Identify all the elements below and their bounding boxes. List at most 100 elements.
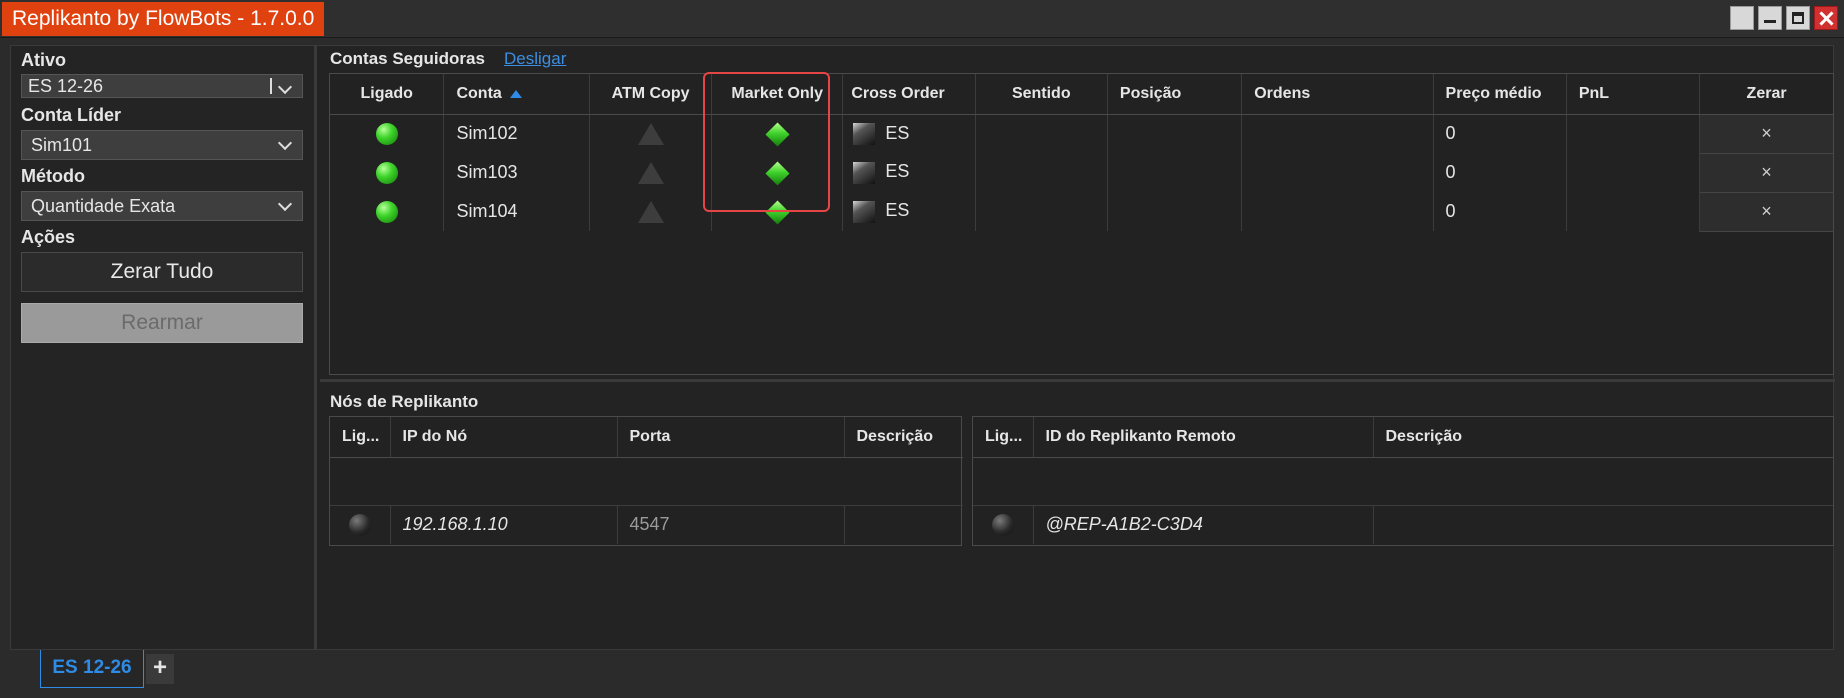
- ativo-value: ES 12-26: [28, 76, 104, 96]
- left-panel: Ativo ES 12-26 Conta Líder Sim101 Método…: [11, 46, 317, 649]
- section-divider: [320, 379, 1835, 382]
- zerar-button[interactable]: ×: [1699, 152, 1833, 193]
- remote-nodes-header-row: Lig... ID do Replikanto Remoto Descrição: [973, 417, 1833, 458]
- metodo-label: Método: [21, 166, 85, 186]
- table-row: Sim102 ES 0 ×: [330, 113, 1833, 154]
- atm-copy-cell[interactable]: [589, 114, 713, 153]
- dark-triangle-icon[interactable]: [637, 161, 664, 184]
- cross-order-cell[interactable]: ES: [842, 153, 976, 192]
- col-ip-do-no[interactable]: IP do Nó: [390, 417, 618, 458]
- dark-triangle-icon[interactable]: [637, 122, 664, 145]
- conta-cell: Sim103: [443, 153, 590, 192]
- cross-order-value: ES: [885, 200, 910, 221]
- market-only-highlight: [703, 72, 830, 212]
- node-ip-cell: 192.168.1.10: [390, 505, 618, 544]
- atm-copy-cell[interactable]: [589, 153, 713, 192]
- cross-order-cell[interactable]: ES: [842, 192, 976, 231]
- title-bar: Replikanto by FlowBots - 1.7.0.0: [0, 0, 1844, 38]
- desligar-link[interactable]: Desligar: [504, 49, 566, 69]
- local-nodes-header-row: Lig... IP do Nó Porta Descrição: [330, 417, 963, 458]
- pnl-cell: [1566, 114, 1701, 153]
- green-ball-icon[interactable]: [375, 161, 398, 184]
- acoes-label: Ações: [21, 227, 76, 247]
- add-tab-button[interactable]: +: [146, 654, 174, 684]
- minimize-button[interactable]: [1758, 6, 1782, 30]
- conta-lider-value: Sim101: [31, 135, 93, 155]
- dark-square-icon[interactable]: [853, 122, 876, 145]
- table-row: [330, 457, 963, 506]
- ligado-cell[interactable]: [330, 114, 445, 153]
- followers-grid: Ligado Conta ATM Copy Market Only Cross …: [329, 73, 1834, 375]
- close-button[interactable]: [1814, 6, 1838, 30]
- remote-nodes-grid: Lig... ID do Replikanto Remoto Descrição…: [972, 416, 1834, 546]
- zerar-button[interactable]: ×: [1699, 191, 1833, 232]
- dark-ball-icon[interactable]: [348, 513, 371, 536]
- rearmar-button[interactable]: Rearmar: [21, 303, 303, 343]
- col-ordens[interactable]: Ordens: [1241, 74, 1434, 115]
- ordens-cell: [1241, 192, 1434, 231]
- remote-nodes-table: Lig... ID do Replikanto Remoto Descrição…: [973, 417, 1833, 544]
- close-icon: ×: [1761, 162, 1772, 182]
- main-frame: Ativo ES 12-26 Conta Líder Sim101 Método…: [10, 45, 1835, 650]
- node-status-cell[interactable]: [330, 505, 391, 544]
- col-cross-order[interactable]: Cross Order: [842, 74, 976, 115]
- followers-title: Contas Seguidoras: [330, 49, 485, 68]
- close-icon: ×: [1761, 123, 1772, 143]
- sentido-cell: [975, 192, 1108, 231]
- conta-cell: Sim104: [443, 192, 590, 231]
- preco-medio-cell: 0: [1433, 114, 1567, 153]
- local-nodes-grid: Lig... IP do Nó Porta Descrição 192.168.…: [329, 416, 963, 546]
- col-posicao[interactable]: Posição: [1107, 74, 1243, 115]
- conta-lider-select[interactable]: Sim101: [21, 130, 303, 160]
- node-port-cell: 4547: [617, 505, 845, 544]
- col-conta[interactable]: Conta: [443, 74, 590, 115]
- table-row[interactable]: 192.168.1.10 4547: [330, 505, 963, 544]
- maximize-button[interactable]: [1786, 6, 1810, 30]
- col-pnl[interactable]: PnL: [1566, 74, 1701, 115]
- dark-square-icon[interactable]: [853, 161, 876, 184]
- nodes-title: Nós de Replikanto: [330, 392, 479, 411]
- metodo-value: Quantidade Exata: [31, 196, 176, 216]
- tab-es-12-26[interactable]: ES 12-26: [40, 650, 144, 688]
- ligado-cell[interactable]: [330, 153, 445, 192]
- table-row: Sim103 ES 0 ×: [330, 152, 1833, 193]
- conta-cell: Sim102: [443, 114, 590, 153]
- col-lig[interactable]: Lig...: [330, 417, 391, 458]
- col-descricao[interactable]: Descrição: [844, 417, 963, 458]
- green-ball-icon[interactable]: [375, 122, 398, 145]
- col-conta-label: Conta: [456, 84, 502, 102]
- col-atm-copy[interactable]: ATM Copy: [589, 74, 713, 115]
- col-porta[interactable]: Porta: [617, 417, 845, 458]
- dark-ball-icon[interactable]: [991, 513, 1014, 536]
- table-row: Sim104 ES 0 ×: [330, 191, 1833, 232]
- atm-copy-cell[interactable]: [589, 192, 713, 231]
- col-zerar[interactable]: Zerar: [1699, 74, 1833, 115]
- dark-triangle-icon[interactable]: [637, 200, 664, 223]
- zerar-button[interactable]: ×: [1699, 113, 1833, 154]
- preco-medio-cell: 0: [1433, 153, 1567, 192]
- green-ball-icon[interactable]: [375, 200, 398, 223]
- col-descricao[interactable]: Descrição: [1373, 417, 1833, 458]
- pnl-cell: [1566, 153, 1701, 192]
- ordens-cell: [1241, 153, 1434, 192]
- col-id-replikanto-remoto[interactable]: ID do Replikanto Remoto: [1033, 417, 1374, 458]
- col-ligado[interactable]: Ligado: [330, 74, 445, 115]
- col-preco-medio[interactable]: Preço médio: [1433, 74, 1567, 115]
- dark-square-icon[interactable]: [853, 200, 876, 223]
- blank-window-button[interactable]: [1730, 6, 1754, 30]
- conta-lider-label: Conta Líder: [21, 105, 122, 125]
- preco-medio-cell: 0: [1433, 192, 1567, 231]
- remote-status-cell[interactable]: [973, 505, 1034, 544]
- ligado-cell[interactable]: [330, 192, 445, 231]
- zerar-tudo-button[interactable]: Zerar Tudo: [21, 252, 303, 292]
- remote-description-cell: [1373, 505, 1833, 544]
- metodo-select[interactable]: Quantidade Exata: [21, 191, 303, 221]
- ativo-select[interactable]: ES 12-26: [21, 74, 303, 98]
- cross-order-cell[interactable]: ES: [842, 114, 976, 153]
- empty-row: [973, 457, 1833, 506]
- col-sentido[interactable]: Sentido: [975, 74, 1108, 115]
- col-lig[interactable]: Lig...: [973, 417, 1034, 458]
- posicao-cell: [1107, 153, 1243, 192]
- select-divider: [270, 78, 272, 94]
- table-row[interactable]: @REP-A1B2-C3D4: [973, 505, 1833, 544]
